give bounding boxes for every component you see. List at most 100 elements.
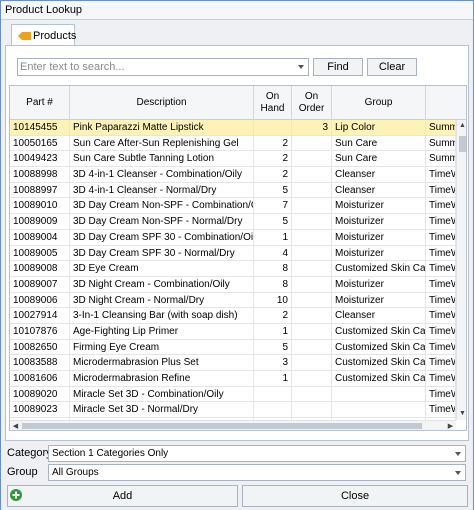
cell-on-order[interactable]	[292, 182, 332, 198]
cell-description[interactable]: 3D Night Cream - Normal/Dry	[70, 292, 254, 308]
column-header-on-order[interactable]: On Order	[292, 86, 332, 120]
cell-extra[interactable]: Summ	[426, 151, 456, 167]
tab-products[interactable]: Products	[11, 24, 76, 47]
table-row[interactable]: 10089020 Miracle Set 3D - Combination/Oil…	[10, 386, 456, 403]
cell-group[interactable]: Cleanser	[332, 182, 426, 198]
cell-extra[interactable]: TimeW	[426, 386, 456, 402]
group-select[interactable]: All Groups	[48, 464, 466, 481]
cell-on-hand[interactable]: 8	[254, 276, 292, 292]
cell-group[interactable]: Lip Color	[332, 120, 426, 135]
cell-part[interactable]: 10089020	[10, 386, 70, 402]
category-select[interactable]: Section 1 Categories Only	[48, 445, 466, 462]
cell-on-hand[interactable]: 1	[254, 229, 292, 245]
cell-on-hand[interactable]: 5	[254, 182, 292, 198]
table-row[interactable]: 10089005 3D Day Cream SPF 30 - Normal/Dry…	[10, 245, 456, 262]
cell-group[interactable]: Cleanser	[332, 167, 426, 183]
cell-part[interactable]: 10083588	[10, 355, 70, 371]
vertical-scrollbar[interactable]: ▲ ▼	[456, 120, 466, 420]
cell-extra[interactable]: TimeW	[426, 371, 456, 386]
cell-part[interactable]: 10089005	[10, 245, 70, 261]
horizontal-scroll-thumb[interactable]	[22, 423, 422, 429]
cell-extra[interactable]: TimeW	[426, 402, 456, 418]
cell-group[interactable]: Moisturizer	[332, 245, 426, 261]
cell-description[interactable]: Miracle Set 3D - Combination/Oily	[70, 386, 254, 402]
cell-description[interactable]: 3D Day Cream SPF 30 - Combination/Oily	[70, 229, 254, 245]
cell-extra[interactable]: TimeW	[426, 261, 456, 277]
cell-on-hand[interactable]: 5	[254, 339, 292, 355]
cell-on-hand[interactable]: 7	[254, 198, 292, 214]
cell-on-hand[interactable]	[254, 402, 292, 418]
cell-description[interactable]: Microdermabrasion Plus Set	[70, 355, 254, 371]
cell-on-order[interactable]	[292, 151, 332, 167]
horizontal-scrollbar[interactable]: ◀ ▶	[10, 420, 456, 430]
cell-on-order[interactable]	[292, 292, 332, 308]
search-dropdown-icon[interactable]	[294, 59, 308, 75]
cell-part[interactable]: 10089006	[10, 292, 70, 308]
cell-group[interactable]: Moisturizer	[332, 214, 426, 230]
cell-group[interactable]: Sun Care	[332, 135, 426, 151]
scroll-right-icon[interactable]: ▶	[445, 421, 456, 430]
cell-on-hand[interactable]: 8	[254, 261, 292, 277]
cell-extra[interactable]: TimeW	[426, 323, 456, 339]
column-header-part[interactable]: Part #	[10, 86, 70, 120]
cell-on-hand[interactable]: 2	[254, 151, 292, 167]
cell-description[interactable]: Sun Care After-Sun Replenishing Gel	[70, 135, 254, 151]
cell-on-hand[interactable]: 2	[254, 308, 292, 324]
cell-on-order[interactable]	[292, 386, 332, 402]
cell-group[interactable]: Moisturizer	[332, 229, 426, 245]
cell-group[interactable]	[332, 386, 426, 402]
cell-part[interactable]: 10089008	[10, 261, 70, 277]
table-row[interactable]: 10082650 Firming Eye Cream 5 Customized Ski…	[10, 339, 456, 356]
table-row[interactable]: 10145455 Pink Paparazzi Matte Lipstick 3 Li…	[10, 120, 456, 136]
cell-group[interactable]: Moisturizer	[332, 292, 426, 308]
cell-on-order[interactable]	[292, 167, 332, 183]
cell-description[interactable]: Firming Eye Cream	[70, 339, 254, 355]
cell-on-order[interactable]	[292, 229, 332, 245]
cell-on-order[interactable]	[292, 323, 332, 339]
table-row[interactable]: 10089010 3D Day Cream Non-SPF - Combinati…	[10, 198, 456, 215]
cell-extra[interactable]: TimeW	[426, 214, 456, 230]
cell-on-order[interactable]	[292, 214, 332, 230]
cell-on-hand[interactable]: 1	[254, 323, 292, 339]
cell-group[interactable]: Moisturizer	[332, 276, 426, 292]
clear-button[interactable]: Clear	[367, 58, 417, 76]
table-row[interactable]: 10088998 3D 4-in-1 Cleanser - Combination…	[10, 167, 456, 183]
cell-part[interactable]: 10027914	[10, 308, 70, 324]
cell-description[interactable]: 3D Day Cream SPF 30 - Normal/Dry	[70, 245, 254, 261]
table-row[interactable]: 10050165 Sun Care After-Sun Replenishing …	[10, 135, 456, 152]
cell-group[interactable]: Moisturizer	[332, 198, 426, 214]
cell-part[interactable]: 10089007	[10, 276, 70, 292]
cell-description[interactable]: Age-Fighting Lip Primer	[70, 323, 254, 339]
scroll-down-icon[interactable]: ▼	[457, 408, 466, 420]
cell-on-hand[interactable]: 3	[254, 355, 292, 371]
cell-part[interactable]: 10089004	[10, 229, 70, 245]
cell-description[interactable]: 3D Eye Cream	[70, 261, 254, 277]
group-dropdown-icon[interactable]	[451, 465, 465, 480]
cell-part[interactable]: 10088998	[10, 167, 70, 183]
close-button[interactable]: Close	[242, 485, 468, 507]
table-row[interactable]: 10089006 3D Night Cream - Normal/Dry 10 Moi…	[10, 292, 456, 309]
search-box[interactable]	[17, 58, 309, 76]
table-row[interactable]: 10089007 3D Night Cream - Combination/Oil…	[10, 276, 456, 293]
cell-on-order[interactable]	[292, 198, 332, 214]
cell-extra[interactable]: TimeW	[426, 308, 456, 324]
table-row[interactable]: 10081606 Microdermabrasion Refine 1 Customi…	[10, 371, 456, 387]
cell-extra[interactable]: TimeW	[426, 276, 456, 292]
cell-description[interactable]: Pink Paparazzi Matte Lipstick	[70, 120, 254, 135]
cell-on-order[interactable]	[292, 261, 332, 277]
table-row[interactable]: 10083588 Microdermabrasion Plus Set 3 Custo…	[10, 355, 456, 371]
cell-group[interactable]	[332, 402, 426, 418]
table-row[interactable]: 10089004 3D Day Cream SPF 30 - Combinatio…	[10, 229, 456, 246]
cell-group[interactable]: Customized Skin Care	[332, 261, 426, 277]
cell-part[interactable]: 10089009	[10, 214, 70, 230]
cell-description[interactable]: 3D 4-in-1 Cleanser - Combination/Oily	[70, 167, 254, 183]
cell-extra[interactable]: TimeW	[426, 167, 456, 183]
cell-part[interactable]: 10081606	[10, 371, 70, 386]
cell-extra[interactable]: TimeW	[426, 198, 456, 214]
cell-extra[interactable]: TimeW	[426, 355, 456, 371]
search-input[interactable]	[20, 60, 290, 74]
table-row[interactable]: 10107876 Age-Fighting Lip Primer 1 Customiz…	[10, 323, 456, 340]
cell-group[interactable]: Customized Skin Care	[332, 323, 426, 339]
cell-group[interactable]: Customized Skin Care	[332, 371, 426, 386]
cell-extra[interactable]: Summ	[426, 120, 456, 135]
